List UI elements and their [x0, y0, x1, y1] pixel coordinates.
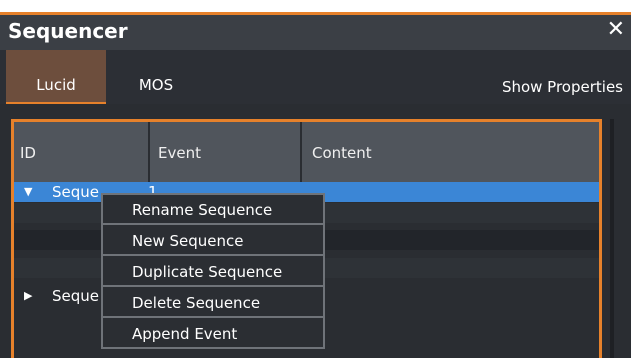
active-tab-indicator: [6, 102, 106, 104]
menu-rename-sequence[interactable]: Rename Sequence: [103, 195, 323, 225]
row-label: Seque: [52, 287, 100, 305]
expand-arrow-icon[interactable]: ▶: [24, 289, 32, 302]
scrollbar[interactable]: [610, 119, 614, 358]
context-menu: Rename Sequence New Sequence Duplicate S…: [101, 193, 325, 349]
collapse-arrow-icon[interactable]: ▼: [24, 185, 32, 198]
sequencer-panel: Sequencer ✕ Lucid MOS Show Properties ID…: [0, 0, 631, 358]
tab-lucid[interactable]: Lucid: [6, 50, 106, 104]
close-icon[interactable]: ✕: [607, 17, 625, 42]
table-header: ID Event Content: [14, 122, 599, 182]
top-margin: [0, 0, 631, 12]
menu-append-event[interactable]: Append Event: [103, 319, 323, 349]
show-properties-button[interactable]: Show Properties: [502, 78, 623, 96]
menu-duplicate-sequence[interactable]: Duplicate Sequence: [103, 257, 323, 287]
menu-new-sequence[interactable]: New Sequence: [103, 226, 323, 256]
column-header-id[interactable]: ID: [14, 122, 150, 182]
row-label: Seque: [52, 183, 100, 201]
window-title: Sequencer: [8, 19, 128, 43]
tab-mos[interactable]: MOS: [106, 50, 206, 104]
menu-delete-sequence[interactable]: Delete Sequence: [103, 288, 323, 318]
column-header-event[interactable]: Event: [150, 122, 302, 182]
title-bar: Sequencer ✕: [0, 15, 631, 50]
column-header-content[interactable]: Content: [302, 122, 599, 182]
